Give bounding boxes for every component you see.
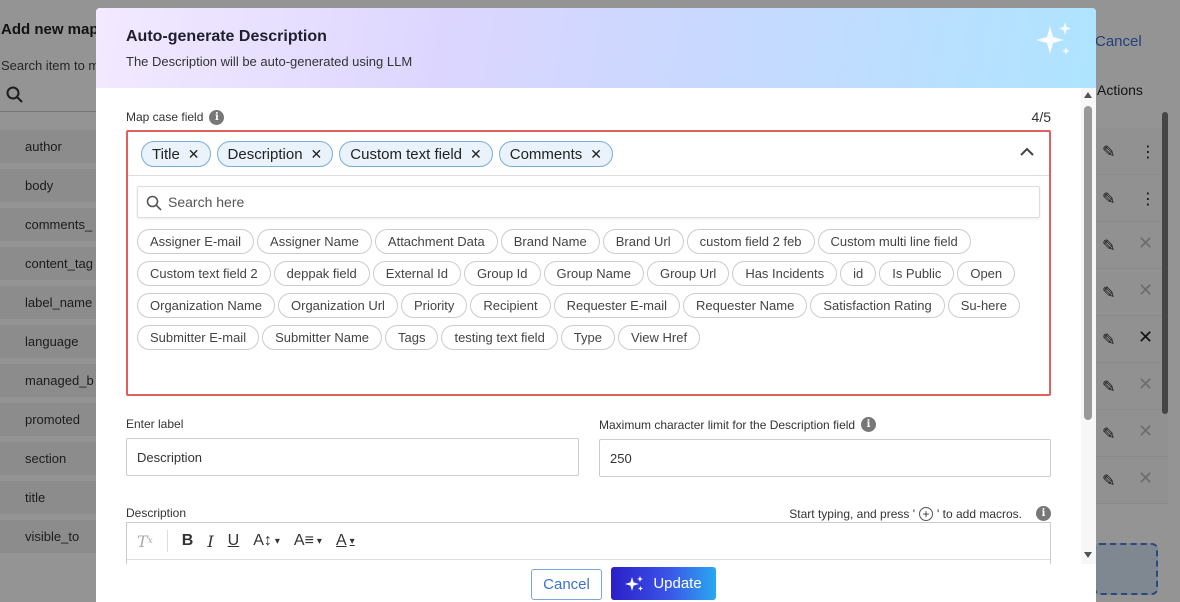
option-search[interactable] <box>137 186 1040 218</box>
modal-scrollbar[interactable] <box>1081 88 1096 564</box>
option-chip[interactable]: id <box>840 261 877 286</box>
editor-toolbar: Tx B I U A↕ ▾ A≡ ▾ A ▾ <box>127 523 1050 560</box>
italic-icon[interactable]: I <box>207 532 213 551</box>
modal-header: Auto-generate Description The Descriptio… <box>96 8 1096 88</box>
description-editor[interactable]: Tx B I U A↕ ▾ A≡ ▾ A ▾ <box>126 522 1051 564</box>
label-field-label: Enter label <box>126 417 184 431</box>
font-size-icon[interactable]: A↕ ▾ <box>253 532 280 550</box>
option-chip[interactable]: Group Name <box>543 261 644 286</box>
limit-field[interactable] <box>599 439 1051 477</box>
modal-footer: Cancel Update <box>96 564 1096 602</box>
cancel-button[interactable]: Cancel <box>531 569 602 600</box>
modal-subtitle: The Description will be auto-generated u… <box>126 54 413 69</box>
remove-chip-icon[interactable]: ✕ <box>470 146 482 163</box>
selected-chip: Comments ✕ <box>498 141 613 167</box>
modal-title: Auto-generate Description <box>126 28 327 45</box>
option-chip[interactable]: Organization Name <box>137 293 275 318</box>
option-chip[interactable]: Priority <box>400 293 468 318</box>
option-chip[interactable]: Attachment Data <box>374 229 498 254</box>
option-chip[interactable]: Has Incidents <box>732 261 838 286</box>
option-chip[interactable]: Requester E-mail <box>553 293 681 318</box>
search-input[interactable] <box>168 187 1028 217</box>
label-input[interactable] <box>127 439 578 475</box>
scroll-down-icon[interactable] <box>1084 552 1092 558</box>
option-chip[interactable]: Tags <box>385 325 439 350</box>
selected-chip-label: Comments <box>509 145 583 163</box>
remove-chip-icon[interactable]: ✕ <box>188 146 200 163</box>
selected-chips: Title ✕ Description ✕ Custom text field ✕ Comm… <box>128 132 1049 176</box>
scroll-up-icon[interactable] <box>1084 92 1092 98</box>
option-chip[interactable]: Submitter E-mail <box>137 325 260 350</box>
map-field-multiselect[interactable]: Title ✕ Description ✕ Custom text field ✕ Comm… <box>126 130 1051 396</box>
option-list: Assigner E-mail Assigner Name Attachment D… <box>137 229 1042 357</box>
modal-body: Map case field i 4/5 Title ✕ Description ✕ C… <box>96 88 1081 564</box>
option-chip[interactable]: Organization Url <box>278 293 398 318</box>
remove-chip-icon[interactable]: ✕ <box>311 146 323 163</box>
option-chip[interactable]: Su-here <box>947 293 1020 318</box>
option-chip[interactable]: Group Url <box>646 261 730 286</box>
sparkle-icon <box>1036 22 1071 55</box>
selected-chip-label: Description <box>227 145 303 163</box>
plus-circle-icon: + <box>919 506 933 521</box>
selected-chip: Title ✕ <box>141 141 211 167</box>
selected-chip: Description ✕ <box>216 141 334 167</box>
option-chip[interactable]: View Href <box>617 325 701 350</box>
selected-chip-label: Title <box>152 145 180 163</box>
option-chip[interactable]: Custom text field 2 <box>137 261 271 286</box>
option-chip[interactable]: Brand Url <box>602 229 684 254</box>
selection-counter: 4/5 <box>1031 109 1051 125</box>
scroll-thumb[interactable] <box>1084 106 1092 420</box>
update-button[interactable]: Update <box>611 567 716 600</box>
limit-input[interactable] <box>600 440 1050 476</box>
chevron-up-icon[interactable] <box>1019 146 1035 158</box>
option-chip[interactable]: deppak field <box>273 261 370 286</box>
bold-icon[interactable]: B <box>182 532 194 550</box>
font-color-icon[interactable]: A ▾ <box>336 532 355 550</box>
option-chip[interactable]: External Id <box>372 261 461 286</box>
auto-generate-modal: Auto-generate Description The Descriptio… <box>96 8 1096 602</box>
option-chip[interactable]: Is Public <box>879 261 955 286</box>
option-chip[interactable]: Assigner E-mail <box>137 229 255 254</box>
option-chip[interactable]: Type <box>560 325 615 350</box>
description-label: Description <box>126 506 187 520</box>
selected-chip-label: Custom text field <box>350 145 462 163</box>
label-field[interactable] <box>126 438 579 476</box>
option-chip[interactable]: custom field 2 feb <box>686 229 815 254</box>
heading-icon[interactable]: A≡ ▾ <box>294 532 322 550</box>
update-label: Update <box>653 575 702 592</box>
info-icon[interactable]: i <box>1036 506 1051 521</box>
info-icon[interactable]: i <box>209 109 225 125</box>
clear-format-icon[interactable]: Tx <box>137 532 153 551</box>
limit-field-label: Maximum character limit for the Descript… <box>599 417 856 432</box>
sparkle-icon <box>625 575 644 591</box>
option-chip[interactable]: Assigner Name <box>257 229 372 254</box>
option-chip[interactable]: testing text field <box>441 325 558 350</box>
option-chip[interactable]: Open <box>957 261 1016 286</box>
option-chip[interactable]: Group Id <box>463 261 541 286</box>
selected-chip: Custom text field ✕ <box>339 141 493 167</box>
remove-chip-icon[interactable]: ✕ <box>590 146 602 163</box>
option-chip[interactable]: Brand Name <box>500 229 600 254</box>
option-chip[interactable]: Satisfaction Rating <box>810 293 945 318</box>
map-field-label: Map case field <box>126 110 204 124</box>
macros-hint: Start typing, and press ' + ' to add mac… <box>789 506 1051 521</box>
info-icon[interactable]: i <box>861 417 877 432</box>
option-chip[interactable]: Requester Name <box>683 293 808 318</box>
map-field-label-row: Map case field i 4/5 <box>126 109 1051 125</box>
search-icon <box>146 195 162 211</box>
option-chip[interactable]: Custom multi line field <box>817 229 971 254</box>
option-chip[interactable]: Recipient <box>470 293 551 318</box>
underline-icon[interactable]: U <box>228 532 240 550</box>
option-chip[interactable]: Submitter Name <box>262 325 382 350</box>
